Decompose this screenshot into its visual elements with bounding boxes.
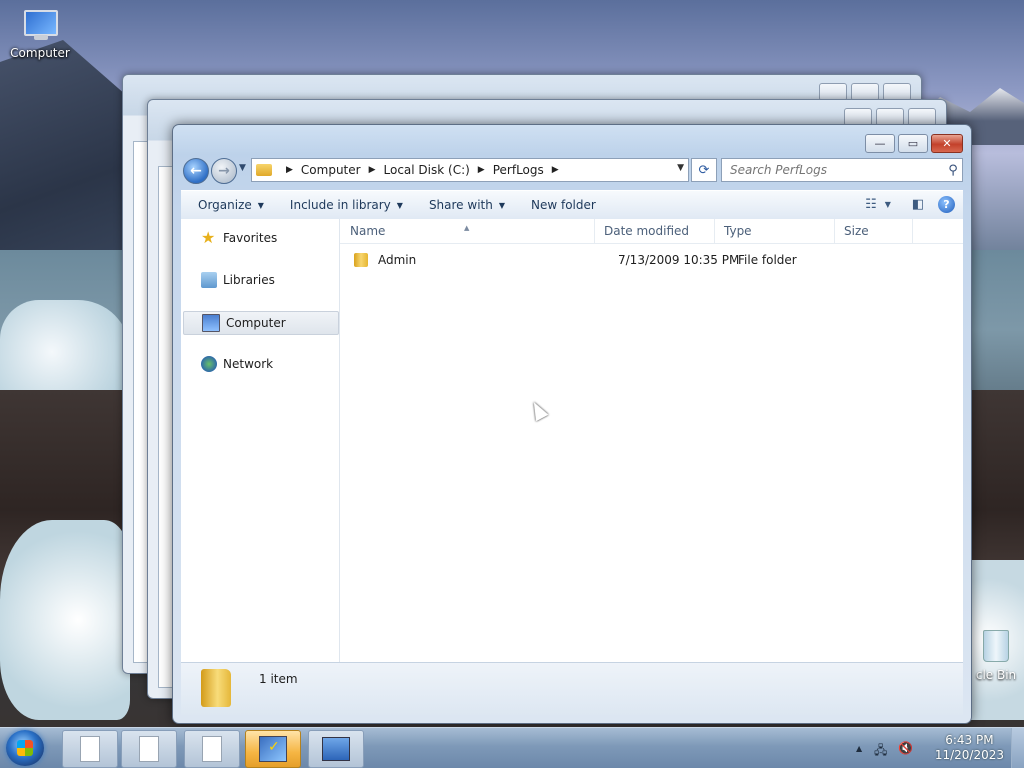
breadcrumb-perflogs[interactable]: PerfLogs — [493, 163, 544, 177]
wallpaper-ice-bottom — [0, 520, 130, 720]
new-folder-label: New folder — [531, 198, 596, 212]
maximize-button[interactable]: ▭ — [898, 134, 928, 153]
column-header-date-modified[interactable]: Date modified — [594, 219, 715, 243]
column-header-name[interactable]: Name ▲ — [340, 219, 595, 243]
nav-item-libraries[interactable]: Libraries — [183, 269, 337, 291]
item-count: 1 item — [259, 672, 298, 686]
folder-icon — [256, 164, 272, 176]
document-icon — [202, 736, 222, 762]
show-hidden-icons-button[interactable]: ▲ — [856, 744, 862, 753]
checklist-app-icon: ✓ — [259, 736, 287, 762]
nav-item-label: Favorites — [223, 231, 278, 245]
change-view-button[interactable]: ☷ ▼ — [865, 193, 891, 215]
recent-pages-dropdown[interactable]: ▼ — [239, 163, 246, 173]
include-in-library-button[interactable]: Include in library ▼ — [281, 193, 412, 217]
computer-icon — [20, 8, 60, 42]
close-button[interactable]: ✕ — [931, 134, 963, 153]
nav-item-network[interactable]: Network — [183, 353, 337, 375]
back-button[interactable]: ← — [183, 158, 209, 184]
toolbar-right-group: ☷ ▼ ◧ ? — [865, 193, 955, 215]
help-icon[interactable]: ? — [938, 195, 955, 213]
include-in-library-label: Include in library — [289, 198, 391, 212]
preview-pane-button[interactable]: ◧ — [906, 193, 930, 215]
folder-icon — [354, 253, 368, 267]
breadcrumb-separator-icon[interactable]: ▶ — [286, 165, 293, 175]
command-toolbar: Organize ▼ Include in library ▼ Share wi… — [181, 190, 963, 220]
search-icon[interactable]: ⚲ — [944, 163, 962, 178]
sort-arrow-icon: ▲ — [464, 224, 470, 232]
start-button[interactable] — [6, 730, 44, 766]
windows-logo-icon — [17, 740, 33, 756]
network-tray-icon[interactable]: 🖧 — [874, 741, 887, 762]
details-pane: 1 item — [181, 662, 963, 715]
navigation-bar: ← → ▼ ▶ Computer ▶ Local Disk (C:) ▶ Per… — [181, 157, 963, 184]
file-list[interactable]: Name ▲ Date modified Type Size Admin 7/1… — [340, 219, 963, 665]
column-headers: Name ▲ Date modified Type Size — [340, 219, 963, 244]
volume-muted-icon[interactable]: 🔇 — [898, 741, 913, 755]
taskbar-button-document-2[interactable] — [121, 730, 177, 768]
file-type: File folder — [738, 253, 797, 267]
nav-item-favorites[interactable]: ★ Favorites — [183, 227, 337, 249]
share-with-button[interactable]: Share with ▼ — [420, 193, 514, 217]
clock[interactable]: 6:43 PM 11/20/2023 — [935, 733, 1004, 763]
file-date-modified: 7/13/2009 10:35 PM — [618, 253, 740, 267]
computer-icon — [202, 314, 220, 332]
taskbar-button-document-1[interactable] — [62, 730, 118, 768]
breadcrumb-computer[interactable]: Computer — [301, 163, 361, 177]
chevron-down-icon: ▼ — [257, 200, 264, 210]
breadcrumb-separator-icon[interactable]: ▶ — [552, 165, 559, 175]
breadcrumb-separator-icon[interactable]: ▶ — [478, 165, 485, 175]
desktop-computer-label: Computer — [10, 46, 70, 60]
breadcrumb-separator-icon[interactable]: ▶ — [369, 165, 376, 175]
forward-button[interactable]: → — [211, 158, 237, 184]
address-bar[interactable]: ▶ Computer ▶ Local Disk (C:) ▶ PerfLogs … — [251, 158, 689, 182]
minimize-button[interactable]: — — [865, 134, 895, 153]
navigation-pane: ★ Favorites Libraries Computer Network — [181, 219, 340, 665]
folder-icon — [201, 669, 231, 707]
taskbar-button-document-3[interactable] — [184, 730, 240, 768]
search-input[interactable] — [728, 162, 944, 178]
chevron-down-icon: ▼ — [884, 199, 891, 209]
organize-button[interactable]: Organize ▼ — [189, 193, 273, 217]
libraries-icon — [201, 272, 217, 288]
new-folder-button[interactable]: New folder — [522, 193, 605, 217]
chevron-down-icon: ▼ — [498, 200, 505, 210]
column-header-size[interactable]: Size — [834, 219, 913, 243]
content-area: ★ Favorites Libraries Computer Network N… — [181, 219, 963, 665]
recycle-bin-icon — [983, 630, 1009, 662]
explorer-window[interactable]: — ▭ ✕ ← → ▼ ▶ Computer ▶ Local Disk (C:)… — [172, 124, 972, 724]
recycle-bin-label: cle Bin — [975, 668, 1017, 682]
taskbar-button-app-active[interactable]: ✓ — [245, 730, 301, 768]
system-tray: ▲ 🖧 🔇 6:43 PM 11/20/2023 — [854, 728, 1024, 768]
document-icon — [80, 736, 100, 762]
star-icon: ★ — [201, 228, 216, 247]
caption-buttons: — ▭ ✕ — [865, 134, 963, 153]
document-icon — [139, 736, 159, 762]
desktop-computer-icon[interactable]: Computer — [8, 8, 72, 60]
chevron-down-icon: ▼ — [396, 200, 403, 210]
show-desktop-button[interactable] — [1011, 728, 1024, 768]
organize-label: Organize — [198, 198, 252, 212]
column-header-name-label: Name — [350, 224, 386, 238]
nav-item-computer[interactable]: Computer — [183, 311, 339, 335]
file-name: Admin — [378, 253, 417, 267]
nav-item-label: Network — [223, 357, 274, 371]
control-panel-icon — [322, 737, 350, 761]
search-box[interactable]: ⚲ — [721, 158, 963, 182]
network-icon — [201, 356, 217, 372]
taskbar-button-control-panel[interactable] — [308, 730, 364, 768]
refresh-button[interactable]: ⟳ — [691, 158, 717, 182]
breadcrumb-local-disk[interactable]: Local Disk (C:) — [384, 163, 470, 177]
nav-item-label: Computer — [226, 316, 286, 330]
desktop-recycle-bin[interactable]: cle Bin — [968, 630, 1024, 682]
address-dropdown-icon[interactable]: ▼ — [677, 163, 684, 173]
column-header-type[interactable]: Type — [714, 219, 835, 243]
file-row[interactable]: Admin 7/13/2009 10:35 PM File folder — [340, 249, 963, 271]
view-icon: ☷ — [865, 196, 877, 212]
share-with-label: Share with — [428, 198, 493, 212]
clock-time: 6:43 PM — [945, 733, 994, 747]
clock-date: 11/20/2023 — [934, 748, 1004, 762]
nav-item-label: Libraries — [223, 273, 275, 287]
taskbar: ✓ ▲ 🖧 🔇 6:43 PM 11/20/2023 — [0, 727, 1024, 768]
